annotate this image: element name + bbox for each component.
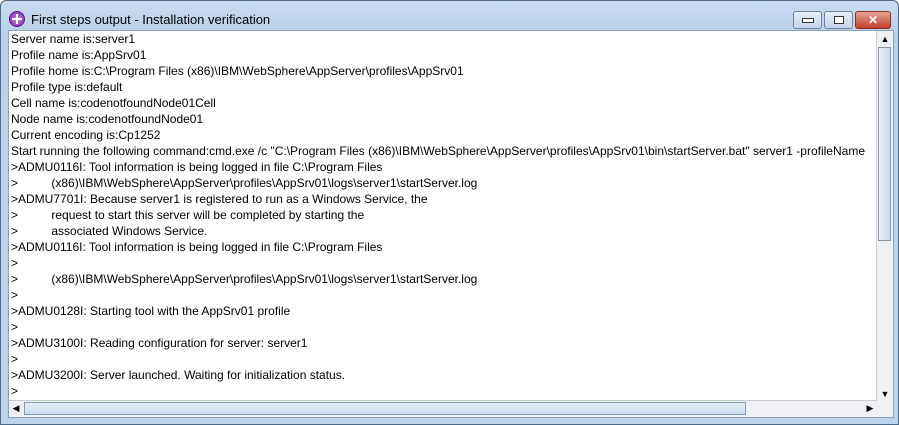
output-line: > bbox=[11, 384, 19, 398]
scroll-right-icon[interactable]: ▶ bbox=[863, 401, 877, 416]
output-line: > (x86)\IBM\WebSphere\AppServer\profiles… bbox=[11, 272, 478, 286]
close-icon: ✕ bbox=[867, 13, 879, 27]
vertical-scrollbar[interactable]: ▲ ▼ bbox=[876, 31, 893, 401]
horizontal-scroll-thumb[interactable] bbox=[24, 402, 746, 415]
maximize-icon bbox=[833, 16, 844, 24]
output-line: > bbox=[11, 256, 19, 270]
output-line: >ADMU7701I: Because server1 is registere… bbox=[11, 192, 428, 206]
horizontal-scrollbar[interactable]: ◀ ▶ bbox=[9, 400, 877, 417]
output-text: Server name is:server1 Profile name is:Ap… bbox=[11, 31, 865, 399]
minimize-icon bbox=[801, 17, 814, 23]
output-line: > request to start this server will be c… bbox=[11, 208, 365, 222]
output-line: >ADMU3100I: Reading configuration for se… bbox=[11, 336, 308, 350]
output-line: >ADMU0116I: Tool information is being lo… bbox=[11, 240, 383, 254]
maximize-button[interactable] bbox=[824, 11, 853, 29]
minimize-button[interactable] bbox=[793, 11, 822, 29]
window: First steps output - Installation verifi… bbox=[0, 0, 899, 425]
output-line: Node name is:codenotfoundNode01 bbox=[11, 112, 204, 126]
scroll-down-icon[interactable]: ▼ bbox=[878, 386, 892, 401]
output-line: Profile name is:AppSrv01 bbox=[11, 48, 147, 62]
output-line: Profile home is:C:\Program Files (x86)\I… bbox=[11, 64, 464, 78]
title-bar: First steps output - Installation verifi… bbox=[9, 9, 270, 29]
scroll-corner bbox=[877, 401, 893, 417]
output-line: >ADMU0116I: Tool information is being lo… bbox=[11, 160, 383, 174]
app-icon bbox=[9, 11, 25, 27]
output-line: Server name is:server1 bbox=[11, 32, 136, 46]
output-line: Cell name is:codenotfoundNode01Cell bbox=[11, 96, 216, 110]
window-title: First steps output - Installation verifi… bbox=[31, 11, 271, 27]
output-line: > bbox=[11, 352, 19, 366]
output-line: > associated Windows Service. bbox=[11, 224, 208, 238]
output-line: > bbox=[11, 320, 19, 334]
output-line: >ADMU3200I: Server launched. Waiting for… bbox=[11, 368, 346, 382]
output-line: Start running the following command:cmd.… bbox=[11, 144, 865, 158]
output-line: Profile type is:default bbox=[11, 80, 123, 94]
close-button[interactable]: ✕ bbox=[855, 11, 891, 29]
scroll-up-icon[interactable]: ▲ bbox=[878, 31, 892, 46]
output-area[interactable]: Server name is:server1 Profile name is:Ap… bbox=[8, 30, 894, 418]
output-line: > bbox=[11, 288, 19, 302]
output-line: Current encoding is:Cp1252 bbox=[11, 128, 161, 142]
scroll-left-icon[interactable]: ◀ bbox=[9, 401, 23, 416]
output-line: >ADMU0128I: Starting tool with the AppSr… bbox=[11, 304, 291, 318]
output-line: > (x86)\IBM\WebSphere\AppServer\profiles… bbox=[11, 176, 478, 190]
vertical-scroll-thumb[interactable] bbox=[878, 47, 891, 241]
